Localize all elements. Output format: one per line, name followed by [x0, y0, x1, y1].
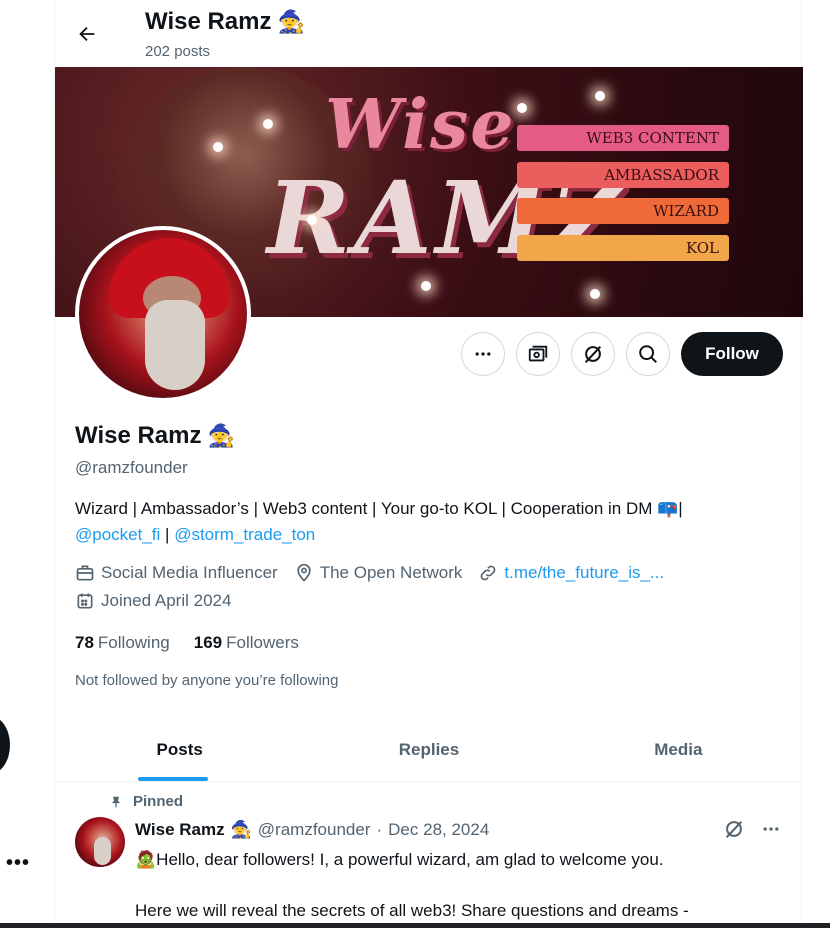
banner-tag-web3: WEB3 CONTENT	[517, 125, 729, 151]
calendar-icon	[77, 593, 93, 609]
bio-text: Wizard | Ambassador’s | Web3 content | Y…	[75, 499, 653, 518]
tab-active-indicator	[137, 777, 208, 781]
post-author-name[interactable]: Wise Ramz	[135, 820, 225, 840]
follow-button[interactable]: Follow	[681, 332, 783, 376]
meta-website: t.me/the_future_is_...	[478, 563, 664, 583]
profile-name-text: Wise Ramz	[75, 422, 202, 449]
header-title: Wise Ramz 🧙	[145, 8, 305, 36]
pin-icon	[111, 796, 121, 807]
banner-tag-kol: KOL	[517, 235, 729, 261]
post-body: 🧟Hello, dear followers! I, a powerful wi…	[135, 847, 775, 923]
subscribe-button[interactable]	[516, 332, 560, 376]
followers-stat[interactable]: 169 Followers	[194, 633, 299, 653]
following-label: Following	[97, 633, 170, 652]
sparkle-icon	[517, 103, 527, 113]
back-button[interactable]	[69, 16, 105, 52]
header-name: Wise Ramz	[145, 8, 272, 35]
location-pin-icon	[297, 563, 311, 582]
search-icon	[639, 345, 657, 363]
sparkle-icon	[590, 289, 600, 299]
profile-handle: @ramzfounder	[75, 458, 188, 477]
post-author-avatar[interactable]	[75, 817, 125, 867]
following-stat[interactable]: 78 Following	[75, 633, 170, 653]
followers-count: 169	[193, 633, 223, 652]
taskbar-edge	[0, 923, 830, 928]
zombie-emoji-icon: 🧟	[135, 850, 157, 870]
wizard-emoji-icon: 🧙	[207, 423, 235, 449]
profile-header: Wise Ramz 🧙 202 posts	[55, 0, 803, 66]
post-separator: ·	[376, 820, 383, 839]
avatar-beard	[145, 300, 205, 390]
arrow-left-icon	[79, 26, 95, 42]
profile-name: Wise Ramz 🧙	[75, 422, 235, 450]
grok-button[interactable]	[571, 332, 615, 376]
post-count: 202 posts	[145, 43, 211, 60]
post-author-handle[interactable]: @ramzfounder	[258, 820, 371, 840]
joined-text: Joined April 2024	[101, 591, 232, 610]
post-actions	[723, 818, 781, 840]
side-nav-avatar[interactable]	[0, 716, 10, 774]
category-text: Social Media Influencer	[101, 563, 278, 582]
tab-label: Media	[654, 739, 703, 759]
wizard-emoji-icon: 🧙	[230, 820, 252, 840]
link-icon	[481, 565, 496, 581]
following-count: 78	[75, 633, 94, 652]
profile-meta-joined: Joined April 2024	[75, 591, 247, 611]
not-followed-note: Not followed by anyone you’re following	[75, 672, 339, 689]
post-line: Hello, dear followers! I, a powerful wiz…	[156, 850, 664, 869]
post-header: Wise Ramz 🧙 @ramzfounder · Dec 28, 2024	[135, 820, 489, 840]
avatar-beard	[94, 837, 111, 865]
pinned-label: Pinned	[109, 793, 183, 810]
meta-location: The Open Network	[294, 563, 463, 583]
tab-label: Posts	[156, 739, 203, 759]
meta-joined: Joined April 2024	[75, 591, 231, 611]
mention-link[interactable]: @pocket_fi	[75, 525, 160, 544]
profile-column: Wise Ramz 🧙 202 posts Wise RAMZ WEB3 CON…	[54, 0, 803, 928]
left-gutter: •••	[0, 0, 54, 928]
sparkle-icon	[307, 215, 317, 225]
sparkle-icon	[595, 91, 605, 101]
banner-title-wise: Wise	[325, 85, 516, 165]
sparkle-icon	[263, 119, 273, 129]
follow-stats: 78 Following 169 Followers	[75, 633, 299, 653]
grok-icon[interactable]	[723, 818, 745, 840]
post-date[interactable]: Dec 28, 2024	[388, 820, 489, 840]
pinned-text: Pinned	[133, 793, 184, 810]
more-icon	[475, 352, 491, 356]
wizard-emoji-icon: 🧙	[277, 9, 305, 35]
banner-tag-wizard: WIZARD	[517, 198, 729, 224]
tab-media[interactable]: Media	[554, 718, 803, 781]
more-icon[interactable]	[761, 819, 781, 839]
post-line: Here we will reveal the secrets of all w…	[135, 901, 689, 920]
grok-icon	[584, 345, 602, 363]
mention-separator: |	[160, 525, 175, 544]
bio-separator: |	[678, 499, 683, 518]
briefcase-icon	[76, 565, 94, 581]
tab-posts[interactable]: Posts	[55, 718, 304, 781]
search-profile-button[interactable]	[626, 332, 670, 376]
banner-tag-ambassador: AMBASSADOR	[517, 162, 729, 188]
mailbox-emoji-icon: 📪	[657, 499, 679, 519]
location-text: The Open Network	[319, 563, 463, 582]
meta-category: Social Media Influencer	[75, 563, 278, 583]
sparkle-icon	[213, 142, 223, 152]
mention-link[interactable]: @storm_trade_ton	[174, 525, 315, 544]
followers-label: Followers	[226, 633, 299, 652]
side-more-icon[interactable]: •••	[6, 852, 30, 875]
profile-bio: Wizard | Ambassador’s | Web3 content | Y…	[75, 496, 775, 547]
tab-label: Replies	[398, 739, 460, 759]
money-icon	[528, 345, 548, 362]
website-link[interactable]: t.me/the_future_is_...	[504, 563, 664, 583]
tab-replies[interactable]: Replies	[304, 718, 553, 781]
profile-meta: Social Media Influencer The Open Network…	[75, 563, 680, 583]
profile-tabs: Posts Replies Media	[55, 718, 803, 782]
profile-avatar[interactable]	[75, 226, 251, 402]
sparkle-icon	[421, 281, 431, 291]
more-button[interactable]	[461, 332, 505, 376]
